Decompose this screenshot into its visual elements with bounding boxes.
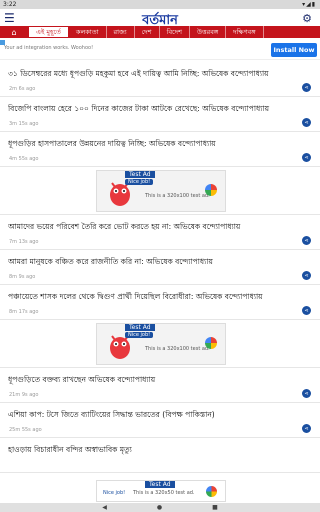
news-time: 21m 9s ago — [9, 392, 39, 398]
install-now-button[interactable]: Install Now — [271, 43, 317, 57]
news-time: 8m 17s ago — [9, 309, 39, 315]
ad-box[interactable]: Test Ad Nice job! This is a 320x100 test… — [96, 170, 226, 212]
status-time: 3:22 — [3, 1, 17, 8]
share-icon[interactable]: ⋖ — [302, 306, 311, 315]
settings-icon[interactable]: ⚙ — [302, 12, 312, 25]
share-icon[interactable]: ⋖ — [302, 153, 311, 162]
news-title[interactable]: এশিয়া কাপ: টসে জিতে ব্যাটিংয়ের সিদ্ধান… — [8, 410, 298, 422]
news-item[interactable]: পঞ্চায়েতে শাসক দলের থেকে দ্বিগুণ প্রার্… — [0, 285, 320, 320]
home-button-icon[interactable]: ● — [157, 504, 162, 511]
news-title[interactable]: ধূপগুড়ির হাসপাতালের উন্নয়নের দায়িত্ব … — [8, 139, 298, 151]
recents-icon[interactable]: ■ — [212, 504, 218, 511]
google-icon — [205, 337, 217, 349]
google-icon — [206, 486, 217, 497]
ad-description: This is a 320x100 test ad. — [145, 193, 210, 199]
ad-description: This is a 320x100 test ad. — [145, 346, 210, 352]
news-time: 25m 55s ago — [9, 427, 42, 433]
nice-job-label: Nice job! — [125, 179, 154, 185]
news-item[interactable]: ৩১ ডিসেম্বরের মধ্যে ধূপগুড়ি মহকুমা হবে … — [0, 62, 320, 97]
tab-now[interactable]: এই মুহূর্তে — [28, 26, 69, 38]
news-title[interactable]: ৩১ ডিসেম্বরের মধ্যে ধূপগুড়ি মহকুমা হবে … — [8, 69, 298, 81]
news-item[interactable]: ধূপগুড়িতে বক্তব্য রাখছেন অভিষেক বন্দ্যো… — [0, 368, 320, 403]
nice-job-label: Nice job! — [125, 332, 154, 338]
news-item[interactable]: এশিয়া কাপ: টসে জিতে ব্যাটিংয়ের সিদ্ধান… — [0, 403, 320, 438]
test-ad-badge: Test Ad — [125, 324, 155, 331]
bottom-test-ad[interactable]: Test Ad Nice job! This is a 320x50 test … — [96, 480, 226, 502]
tab-abroad[interactable]: বিদেশ — [160, 26, 190, 38]
share-icon[interactable]: ⋖ — [302, 424, 311, 433]
news-title[interactable]: হাওড়ায় বিচারাধীন বন্দির অস্বাভাবিক মৃত… — [8, 445, 298, 457]
news-item[interactable]: হাওড়ায় বিচারাধীন বন্দির অস্বাভাবিক মৃত… — [0, 438, 320, 473]
share-icon[interactable]: ⋖ — [302, 271, 311, 280]
menu-icon[interactable]: ☰ — [4, 12, 15, 24]
google-icon — [205, 184, 217, 196]
share-icon[interactable]: ⋖ — [302, 236, 311, 245]
news-time: 7m 13s ago — [9, 239, 39, 245]
status-icons: ▾◢▮ — [302, 1, 316, 8]
tab-country[interactable]: দেশ — [135, 26, 160, 38]
home-icon[interactable]: ⌂ — [0, 26, 28, 38]
news-time: 8m 9s ago — [9, 274, 36, 280]
news-item[interactable]: বিজেপি বাংলায় হেরে ১০০ দিনের কাজের টাকা… — [0, 97, 320, 132]
inline-test-ad[interactable]: Test Ad Nice job! This is a 320x100 test… — [0, 320, 320, 368]
tab-north-bengal[interactable]: উত্তরবঙ্গ — [190, 26, 227, 38]
ad-text: Your ad integration works. Woohoo! — [4, 45, 94, 51]
category-nav: ⌂ এই মুহূর্তে কলকাতা রাজ্য দেশ বিদেশ উত্… — [0, 26, 320, 38]
test-ad-badge: Test Ad — [125, 171, 155, 178]
news-item[interactable]: আমাদের ভয়ের পরিবেশ তৈরি করে ভোট করতে হয… — [0, 215, 320, 250]
news-title[interactable]: বিজেপি বাংলায় হেরে ১০০ দিনের কাজের টাকা… — [8, 104, 298, 116]
top-banner-ad[interactable]: Your ad integration works. Woohoo! Insta… — [0, 40, 320, 60]
inline-test-ad[interactable]: Test Ad Nice job! This is a 320x100 test… — [0, 167, 320, 215]
news-time: 2m 6s ago — [9, 86, 36, 92]
news-item[interactable]: ধূপগুড়ির হাসপাতালের উন্নয়নের দায়িত্ব … — [0, 132, 320, 167]
share-icon[interactable]: ⋖ — [302, 118, 311, 127]
back-icon[interactable]: ◀ — [102, 504, 107, 511]
nice-job-label: Nice job! — [103, 490, 126, 496]
news-title[interactable]: আমরা মানুষকে বঞ্চিত করে রাজনীতি করি না: … — [8, 257, 298, 269]
news-title[interactable]: ধূপগুড়িতে বক্তব্য রাখছেন অভিষেক বন্দ্যো… — [8, 375, 298, 387]
status-bar: 3:22 ▾◢▮ — [0, 0, 320, 9]
system-nav-bar: ◀ ● ■ — [0, 503, 320, 512]
test-ad-badge: Test Ad — [145, 481, 175, 488]
tab-south-bengal[interactable]: দক্ষিণবঙ্গ — [226, 26, 264, 38]
news-item[interactable]: আমরা মানুষকে বঞ্চিত করে রাজনীতি করি না: … — [0, 250, 320, 285]
ad-box[interactable]: Test Ad Nice job! This is a 320x100 test… — [96, 323, 226, 365]
share-icon[interactable]: ⋖ — [302, 83, 311, 92]
news-time: 3m 15s ago — [9, 121, 39, 127]
tab-state[interactable]: রাজ্য — [107, 26, 135, 38]
news-time: 4m 55s ago — [9, 156, 39, 162]
news-feed: ৩১ ডিসেম্বরের মধ্যে ধূপগুড়ি মহকুমা হবে … — [0, 62, 320, 473]
news-title[interactable]: আমাদের ভয়ের পরিবেশ তৈরি করে ভোট করতে হয… — [8, 222, 298, 234]
share-icon[interactable]: ⋖ — [302, 389, 311, 398]
tab-kolkata[interactable]: কলকাতা — [69, 26, 107, 38]
news-title[interactable]: পঞ্চায়েতে শাসক দলের থেকে দ্বিগুণ প্রার্… — [8, 292, 298, 304]
ad-description: This is a 320x50 test ad. — [133, 490, 195, 496]
